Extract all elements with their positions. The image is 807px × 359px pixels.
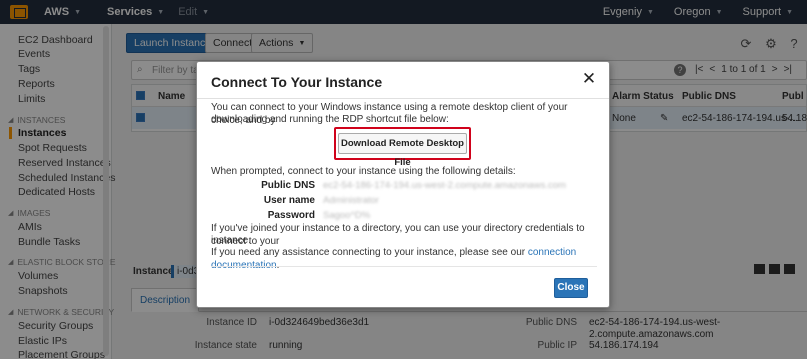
intro-line-2: downloading and running the RDP shortcut… <box>211 114 449 125</box>
footer-divider <box>211 266 597 267</box>
close-icon[interactable]: ✕ <box>581 70 597 87</box>
help-text: If you need any assistance connecting to… <box>211 247 526 258</box>
public-dns-value: ec2-54-186-174-194.us-west-2.compute.ama… <box>323 180 566 191</box>
user-name-key: User name <box>263 195 315 206</box>
user-name-value: Administrator <box>323 195 379 206</box>
help-line: If you need any assistance connecting to… <box>211 247 599 272</box>
download-rdp-button[interactable]: Download Remote Desktop File <box>338 133 467 168</box>
joined-line-2: instance. <box>211 235 252 246</box>
help-end: . <box>276 259 280 271</box>
modal-divider <box>197 98 609 99</box>
modal-title: Connect To Your Instance <box>211 74 383 90</box>
password-key: Password <box>267 210 315 221</box>
prompt-text: When prompted, connect to your instance … <box>211 166 516 177</box>
public-dns-key: Public DNS <box>261 180 315 191</box>
close-button[interactable]: Close <box>554 278 588 298</box>
connect-modal: Connect To Your Instance ✕ You can conne… <box>196 61 610 308</box>
password-value: Sagoo^D% <box>323 210 371 221</box>
